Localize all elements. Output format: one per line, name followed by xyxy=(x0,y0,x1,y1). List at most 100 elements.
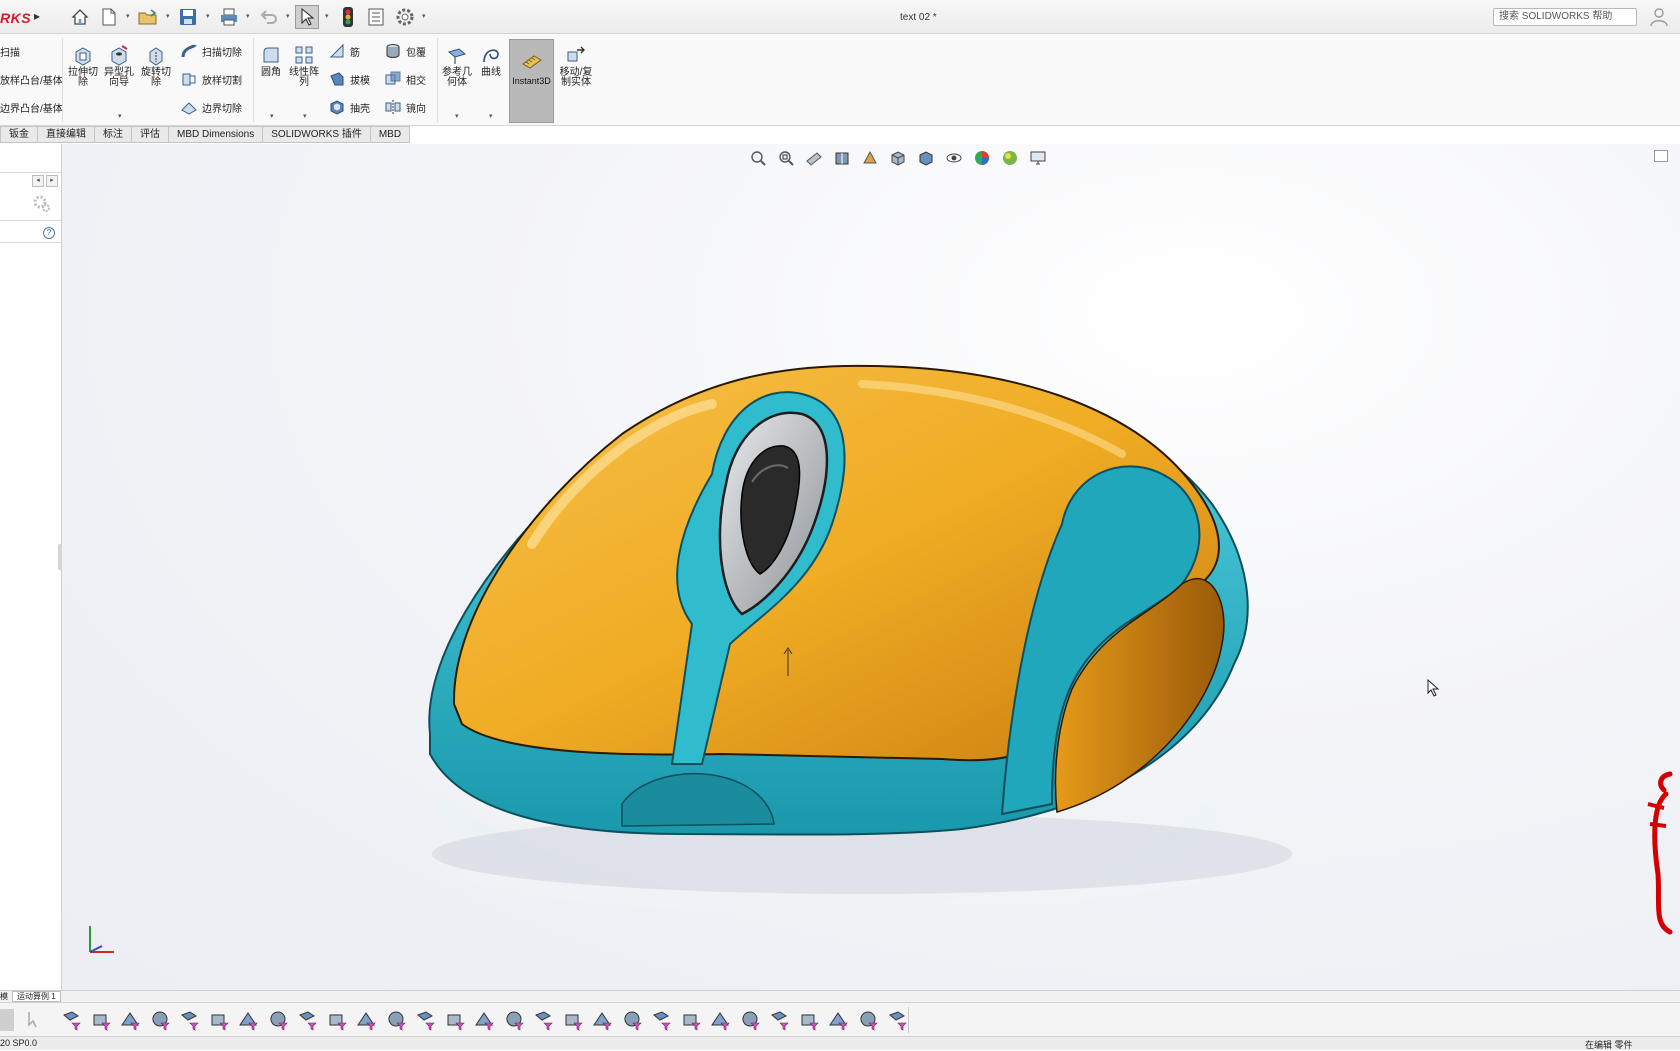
curves-dropdown-icon[interactable]: ▾ xyxy=(489,112,493,120)
filter-midpoints-icon[interactable] xyxy=(296,1009,318,1031)
menu-expand-arrow-icon[interactable]: ▸ xyxy=(32,4,42,28)
tab-model[interactable]: 模 xyxy=(0,991,8,1002)
fillet-dropdown-icon[interactable]: ▾ xyxy=(270,112,274,120)
mouse-pointer-icon xyxy=(1427,678,1441,697)
filter-center-of-mass-icon[interactable] xyxy=(739,1009,761,1031)
extrude-cut-icon xyxy=(72,44,94,66)
filter-solid-bodies-icon[interactable] xyxy=(149,1009,171,1031)
filter-vertices-icon[interactable] xyxy=(60,1009,82,1031)
pattern-dropdown-icon[interactable]: ▾ xyxy=(303,112,307,120)
tab-mbd-dimensions[interactable]: MBD Dimensions xyxy=(169,126,264,143)
wrap-button[interactable]: 包覆 xyxy=(384,41,426,61)
save-icon[interactable] xyxy=(176,5,200,29)
lofted-cut-icon xyxy=(180,70,198,88)
lofted-cut-button[interactable]: 放样切割 xyxy=(180,69,242,89)
intersect-button[interactable]: 相交 xyxy=(384,69,426,89)
filter-datum-targets-icon[interactable] xyxy=(562,1009,584,1031)
revolve-cut-label: 旋转切除 xyxy=(141,67,171,88)
tab-evaluate[interactable]: 评估 xyxy=(132,126,169,143)
save-dropdown-icon[interactable]: ▾ xyxy=(206,12,210,20)
model-3d-mouse[interactable] xyxy=(62,144,1680,990)
rib-button[interactable]: 筋 xyxy=(328,41,360,61)
filter-connection-points-icon[interactable] xyxy=(798,1009,820,1031)
extrude-cut-button[interactable]: 拉伸切除 xyxy=(65,44,101,88)
select-icon[interactable] xyxy=(295,5,319,29)
new-dropdown-icon[interactable]: ▾ xyxy=(126,12,130,20)
print-dropdown-icon[interactable]: ▾ xyxy=(246,12,250,20)
filter-routing-points-icon[interactable] xyxy=(768,1009,790,1031)
tab-direct-editing[interactable]: 直接编辑 xyxy=(38,126,95,143)
panel-scroll-left-icon[interactable]: ◂ xyxy=(32,175,44,187)
rebuild-icon[interactable] xyxy=(336,5,360,29)
filter-cosmetic-threads-icon[interactable] xyxy=(591,1009,613,1031)
instant3d-button[interactable]: Instant3D xyxy=(509,39,554,123)
select-dropdown-icon[interactable]: ▾ xyxy=(325,12,329,20)
filter-planes-icon[interactable] xyxy=(208,1009,230,1031)
print-icon[interactable] xyxy=(217,5,241,29)
filter-axes-icon[interactable] xyxy=(178,1009,200,1031)
filter-dimensions-icon[interactable] xyxy=(385,1009,407,1031)
filter-mate-references-icon[interactable] xyxy=(827,1009,849,1031)
filter-surface-bodies-icon[interactable] xyxy=(119,1009,141,1031)
open-dropdown-icon[interactable]: ▾ xyxy=(166,12,170,20)
linear-pattern-button[interactable]: 线性阵列 xyxy=(286,44,322,88)
curves-button[interactable]: 曲线 xyxy=(473,44,509,78)
file-properties-icon[interactable] xyxy=(364,5,388,29)
panel-scroll-right-icon[interactable]: ▸ xyxy=(46,175,58,187)
filter-weld-symbols-icon[interactable] xyxy=(503,1009,525,1031)
boundary-cut-icon xyxy=(180,98,198,116)
home-icon[interactable] xyxy=(68,5,92,29)
tab-motion-study[interactable]: 运动算例 1 xyxy=(12,991,61,1002)
boundary-boss-button[interactable]: 边界凸台/基体 xyxy=(0,97,63,117)
tab-markup[interactable]: 标注 xyxy=(95,126,132,143)
filter-blocks-icon[interactable] xyxy=(621,1009,643,1031)
swept-cut-button[interactable]: 扫描切除 xyxy=(180,41,242,61)
filter-faces-icon[interactable] xyxy=(90,1009,112,1031)
filter-welds-icon[interactable] xyxy=(857,1009,879,1031)
rib-icon xyxy=(328,42,346,60)
filter-cosmetic-welds-icon[interactable] xyxy=(886,1009,908,1031)
hole-wizard-button[interactable]: 异型孔向导 xyxy=(101,44,137,88)
shell-button[interactable]: 抽壳 xyxy=(328,97,370,117)
filter-centerlines-icon[interactable] xyxy=(355,1009,377,1031)
graphics-area[interactable] xyxy=(62,144,1680,990)
help-search-input[interactable]: 搜索 SOLIDWORKS 帮助 xyxy=(1493,8,1637,26)
draft-button[interactable]: 拔模 xyxy=(328,69,370,89)
appearance-gear-icon[interactable] xyxy=(32,194,52,214)
reference-dropdown-icon[interactable]: ▾ xyxy=(455,112,459,120)
filter-surface-finish-icon[interactable] xyxy=(473,1009,495,1031)
undo-dropdown-icon[interactable]: ▾ xyxy=(286,12,290,20)
help-icon[interactable]: ? xyxy=(43,227,55,239)
filter-center-marks-icon[interactable] xyxy=(326,1009,348,1031)
filter-stacked-balloons-icon[interactable] xyxy=(680,1009,702,1031)
filter-datum-features-icon[interactable] xyxy=(532,1009,554,1031)
filter-toggle-icon[interactable] xyxy=(0,1009,14,1031)
filter-balloons-icon[interactable] xyxy=(650,1009,672,1031)
sweep-boss-button[interactable]: 扫描 xyxy=(0,41,20,61)
options-dropdown-icon[interactable]: ▾ xyxy=(422,12,426,20)
revolve-cut-button[interactable]: 旋转切除 xyxy=(138,44,174,88)
selection-filter-pointer-icon[interactable] xyxy=(24,1009,46,1031)
fillet-button[interactable]: 圆角 xyxy=(253,44,289,78)
tab-sheet-metal[interactable]: 钣金 xyxy=(0,126,38,143)
filter-hatches-icon[interactable] xyxy=(709,1009,731,1031)
options-icon[interactable] xyxy=(393,5,417,29)
filter-sketch-segments-icon[interactable] xyxy=(267,1009,289,1031)
loft-boss-button[interactable]: 放样凸台/基体 xyxy=(0,69,63,89)
boundary-cut-button[interactable]: 边界切除 xyxy=(180,97,242,117)
wrap-label: 包覆 xyxy=(406,47,426,59)
new-document-icon[interactable] xyxy=(97,5,121,29)
tab-mbd[interactable]: MBD xyxy=(370,126,411,143)
open-icon[interactable] xyxy=(136,5,160,29)
toolbar-separator xyxy=(908,1007,909,1033)
filter-sketch-points-icon[interactable] xyxy=(237,1009,259,1031)
reference-geometry-button[interactable]: 参考几何体 xyxy=(439,44,475,88)
tab-solidworks-addins[interactable]: SOLIDWORKS 插件 xyxy=(263,126,371,143)
undo-icon[interactable] xyxy=(257,5,281,29)
mirror-button[interactable]: 镜向 xyxy=(384,97,426,117)
filter-geometric-tolerances-icon[interactable] xyxy=(444,1009,466,1031)
cut-group-dropdown-icon[interactable]: ▾ xyxy=(118,112,122,120)
user-account-icon[interactable] xyxy=(1648,6,1670,28)
filter-notes-icon[interactable] xyxy=(414,1009,436,1031)
move-copy-body-button[interactable]: 移动/复制实体 xyxy=(556,44,596,88)
